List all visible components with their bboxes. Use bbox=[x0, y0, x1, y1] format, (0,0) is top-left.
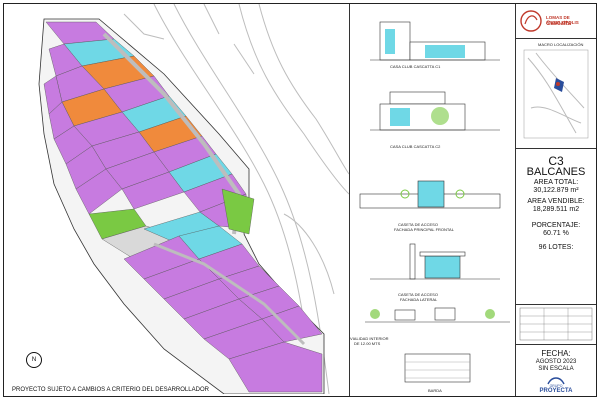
porcentaje-value: 60.71 % bbox=[543, 230, 569, 237]
area-total-label: AREA TOTAL: bbox=[533, 179, 579, 186]
caption-caseta-frontal-sub: FACHADA PRINCIPAL FRONTAL bbox=[394, 227, 454, 232]
disclaimer-note: PROYECTO SUJETO A CAMBIOS A CRITERIO DEL… bbox=[12, 387, 209, 393]
drawing-sheet: N PROYECTO SUJETO A CAMBIOS A CRITERIO D… bbox=[3, 3, 597, 397]
area-vendible-value: 18,289.511 m2 bbox=[532, 206, 580, 213]
caption-casa-club-1: CASA CLUB CASCATTA C1 bbox=[390, 64, 441, 69]
casa-club-elevation-2 bbox=[370, 91, 500, 131]
site-plan-drawing bbox=[38, 3, 350, 395]
fecha-label: FECHA: bbox=[541, 349, 571, 358]
notes-table bbox=[519, 307, 593, 341]
brand-line2: Cascatta bbox=[546, 21, 572, 27]
scale-label: SIN ESCALA bbox=[538, 366, 574, 372]
divider bbox=[516, 344, 596, 345]
site-plan: N PROYECTO SUJETO A CAMBIOS A CRITERIO D… bbox=[4, 3, 350, 395]
fecha-value: AGOSTO 2023 bbox=[535, 359, 577, 365]
area-total-value: 30,122.879 m² bbox=[533, 187, 579, 194]
lotes-label: 96 LOTES: bbox=[538, 244, 574, 251]
north-arrow-icon: N bbox=[26, 352, 42, 368]
caption-casa-club-2: CASA CLUB CASCATTA C2 bbox=[390, 144, 441, 149]
vialidad-section bbox=[365, 307, 510, 323]
divider bbox=[516, 304, 596, 305]
title-block: LOMAS DE ANGELOPOLIS Cascatta MACRO LOCA… bbox=[516, 4, 596, 396]
section-name: BALCANES bbox=[526, 166, 586, 178]
divider bbox=[516, 38, 596, 39]
macro-location-label: MACRO LOCALIZACIÓN bbox=[538, 42, 584, 47]
caption-barda: BARDA bbox=[428, 388, 442, 393]
divider bbox=[516, 148, 596, 149]
caseta-frontal bbox=[359, 180, 501, 209]
caption-caseta-lateral-sub: FACHADA LATERAL bbox=[400, 297, 438, 302]
location-map bbox=[523, 49, 589, 139]
caption-vialidad-sub: DE 12.00 MTS bbox=[354, 341, 381, 346]
area-vendible-label: AREA VENDIBLE: bbox=[527, 198, 585, 205]
barda-elevation bbox=[404, 353, 471, 383]
porcentaje-label: PORCENTAJE: bbox=[531, 222, 581, 229]
caseta-lateral bbox=[370, 243, 500, 280]
footer-brand-line2: PROYECTA bbox=[539, 388, 573, 394]
casa-club-elevation-1 bbox=[370, 21, 500, 61]
elevations-column: CASA CLUB CASCATTA C1 CASA CLUB CASCATTA… bbox=[350, 4, 514, 396]
